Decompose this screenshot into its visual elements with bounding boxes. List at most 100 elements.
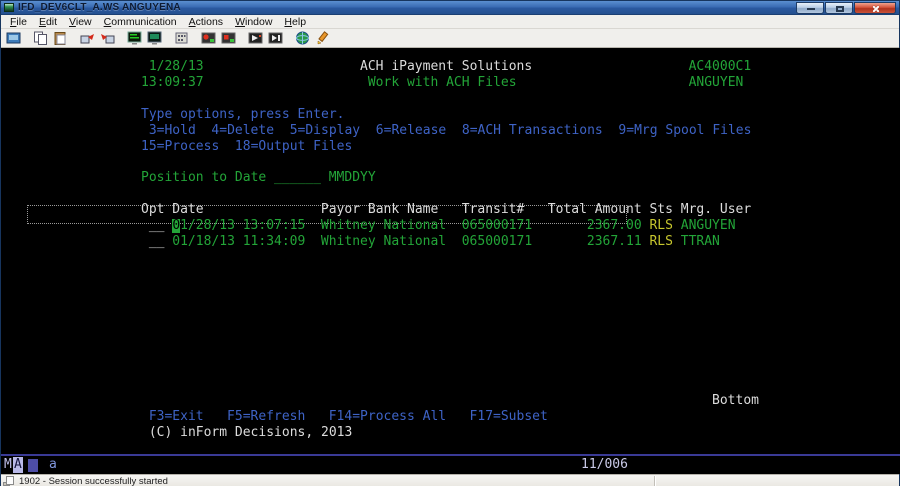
multiple-sessions-icon[interactable] — [144, 30, 164, 47]
menu-file[interactable]: File — [4, 16, 33, 28]
oia-shift-indicator: a — [49, 457, 57, 473]
options-line-2: 15=Process 18=Output Files — [141, 139, 352, 155]
oia-system-indicator: M — [4, 457, 12, 473]
terminal-row: Position to Date ______ MMDDYY — [141, 170, 771, 186]
fkey-f3[interactable]: F3=Exit — [149, 409, 204, 425]
copyright-text: (C) inForm Decisions, 2013 — [149, 425, 353, 441]
play-macro-icon[interactable] — [245, 30, 265, 47]
send-file-icon — [80, 31, 95, 45]
terminal-row: 1/28/13ACH iPayment SolutionsAC4000C1 — [141, 59, 771, 75]
status-bar: 1902 - Session successfully started — [1, 474, 899, 486]
multiple-sessions-icon — [147, 31, 162, 45]
keypad-icon[interactable] — [171, 30, 191, 47]
menu-view[interactable]: View — [63, 16, 98, 28]
screen-subtitle: Work with ACH Files — [368, 75, 517, 91]
menu-edit[interactable]: Edit — [33, 16, 63, 28]
step-macro-icon — [268, 31, 283, 45]
display-session-icon — [127, 31, 142, 45]
statusbar-divider — [654, 476, 655, 486]
position-to-date-input[interactable]: ______ — [274, 170, 321, 186]
oia-separator — [1, 454, 900, 456]
toolbar-separator — [117, 30, 124, 47]
mrg-user-1: ANGUYEN — [681, 218, 736, 234]
record-macro-icon[interactable] — [198, 30, 218, 47]
close-button[interactable] — [854, 2, 896, 14]
screen-date: 1/28/13 — [149, 59, 204, 75]
display-session-icon[interactable] — [124, 30, 144, 47]
stop-macro-icon — [221, 31, 236, 45]
col-header-payor: Payor Bank Name — [321, 202, 438, 218]
amount-1: 2367.00 — [587, 218, 642, 234]
fkey-f17[interactable]: F17=Subset — [470, 409, 548, 425]
cursor-position-indicator: 11/006 — [581, 457, 628, 473]
toolbar-separator — [23, 30, 30, 47]
menu-actions[interactable]: Actions — [183, 16, 229, 28]
copy-icon[interactable] — [30, 30, 50, 47]
oia-keyboard-block — [28, 459, 38, 472]
maximize-button[interactable] — [825, 2, 853, 14]
date-format-hint: MMDDYY — [329, 170, 376, 186]
mrg-user-2: TTRAN — [681, 234, 720, 250]
col-header-opt: Opt — [141, 202, 164, 218]
terminal-area[interactable]: 1/28/13ACH iPayment SolutionsAC4000C113:… — [1, 48, 900, 474]
opt-input-row-2[interactable]: __ — [149, 234, 165, 250]
menu-communication[interactable]: Communication — [98, 16, 183, 28]
program-id: AC4000C1 — [689, 59, 752, 75]
keypad-icon — [174, 31, 189, 45]
copy-icon — [33, 31, 48, 45]
oia-available-indicator: A — [13, 457, 23, 473]
transit-2: 065000171 — [462, 234, 532, 250]
window-icon — [4, 3, 14, 12]
highlighter-icon[interactable] — [312, 30, 332, 47]
stop-macro-icon[interactable] — [218, 30, 238, 47]
menu-window[interactable]: Window — [229, 16, 278, 28]
col-header-status: Sts — [649, 202, 672, 218]
window-title: IFD_DEV6CLT_A.WS ANGUYENA — [18, 2, 181, 13]
toolbar-separator — [191, 30, 198, 47]
highlighter-icon — [315, 31, 330, 45]
opt-input-row-1[interactable]: __ — [149, 218, 165, 234]
screen-capture-icon[interactable] — [3, 30, 23, 47]
step-macro-icon[interactable] — [265, 30, 285, 47]
paste-icon — [53, 31, 68, 45]
amount-2: 2367.11 — [587, 234, 642, 250]
title-bar[interactable]: IFD_DEV6CLT_A.WS ANGUYENA — [1, 1, 899, 15]
receive-file-icon — [100, 31, 115, 45]
terminal-row: Type options, press Enter. — [141, 107, 771, 123]
payor-bank-1: Whitney National — [321, 218, 446, 234]
session-status-icon — [3, 476, 15, 486]
record-macro-icon — [201, 31, 216, 45]
fkey-f14[interactable]: F14=Process All — [329, 409, 446, 425]
status-message: 1902 - Session successfully started — [19, 476, 168, 486]
file-date-2: 01/18/13 11:34:09 — [172, 234, 305, 250]
terminal-row: __01/28/13 13:07:15Whitney National06500… — [141, 218, 771, 234]
terminal-screen[interactable]: 1/28/13ACH iPayment SolutionsAC4000C113:… — [141, 59, 771, 459]
send-file-icon[interactable] — [77, 30, 97, 47]
operator-information-area: M A a 11/006 — [1, 457, 900, 474]
terminal-row: F3=Exit F5=Refresh F14=Process All F17=Subs… — [141, 409, 771, 425]
fkey-f5[interactable]: F5=Refresh — [227, 409, 305, 425]
application-window: IFD_DEV6CLT_A.WS ANGUYENA FileEditViewCo… — [0, 0, 900, 486]
toolbar-separator — [285, 30, 292, 47]
terminal-row: Bottom — [141, 393, 771, 409]
position-to-label: Position to Date — [141, 170, 266, 186]
terminal-row: (C) inForm Decisions, 2013 — [141, 425, 771, 441]
web-browser-icon — [295, 31, 310, 45]
col-header-amount: Total Amount — [548, 202, 642, 218]
receive-file-icon[interactable] — [97, 30, 117, 47]
col-header-date: Date — [172, 202, 203, 218]
screen-capture-icon — [6, 31, 21, 45]
paste-icon[interactable] — [50, 30, 70, 47]
screen-time: 13:09:37 — [141, 75, 204, 91]
minimize-button[interactable] — [796, 2, 824, 14]
web-browser-icon[interactable] — [292, 30, 312, 47]
col-header-transit: Transit# — [462, 202, 525, 218]
terminal-row: 3=Hold 4=Delete 5=Display 6=Release 8=AC… — [141, 123, 771, 139]
terminal-row: 15=Process 18=Output Files — [141, 139, 771, 155]
menu-help[interactable]: Help — [278, 16, 312, 28]
payor-bank-2: Whitney National — [321, 234, 446, 250]
options-line-1: 3=Hold 4=Delete 5=Display 6=Release 8=AC… — [149, 123, 752, 139]
user-id: ANGUYEN — [689, 75, 744, 91]
terminal-row: Opt Date Payor Bank Name Transit# Total Amou… — [141, 202, 771, 218]
status-1: RLS — [649, 218, 672, 234]
